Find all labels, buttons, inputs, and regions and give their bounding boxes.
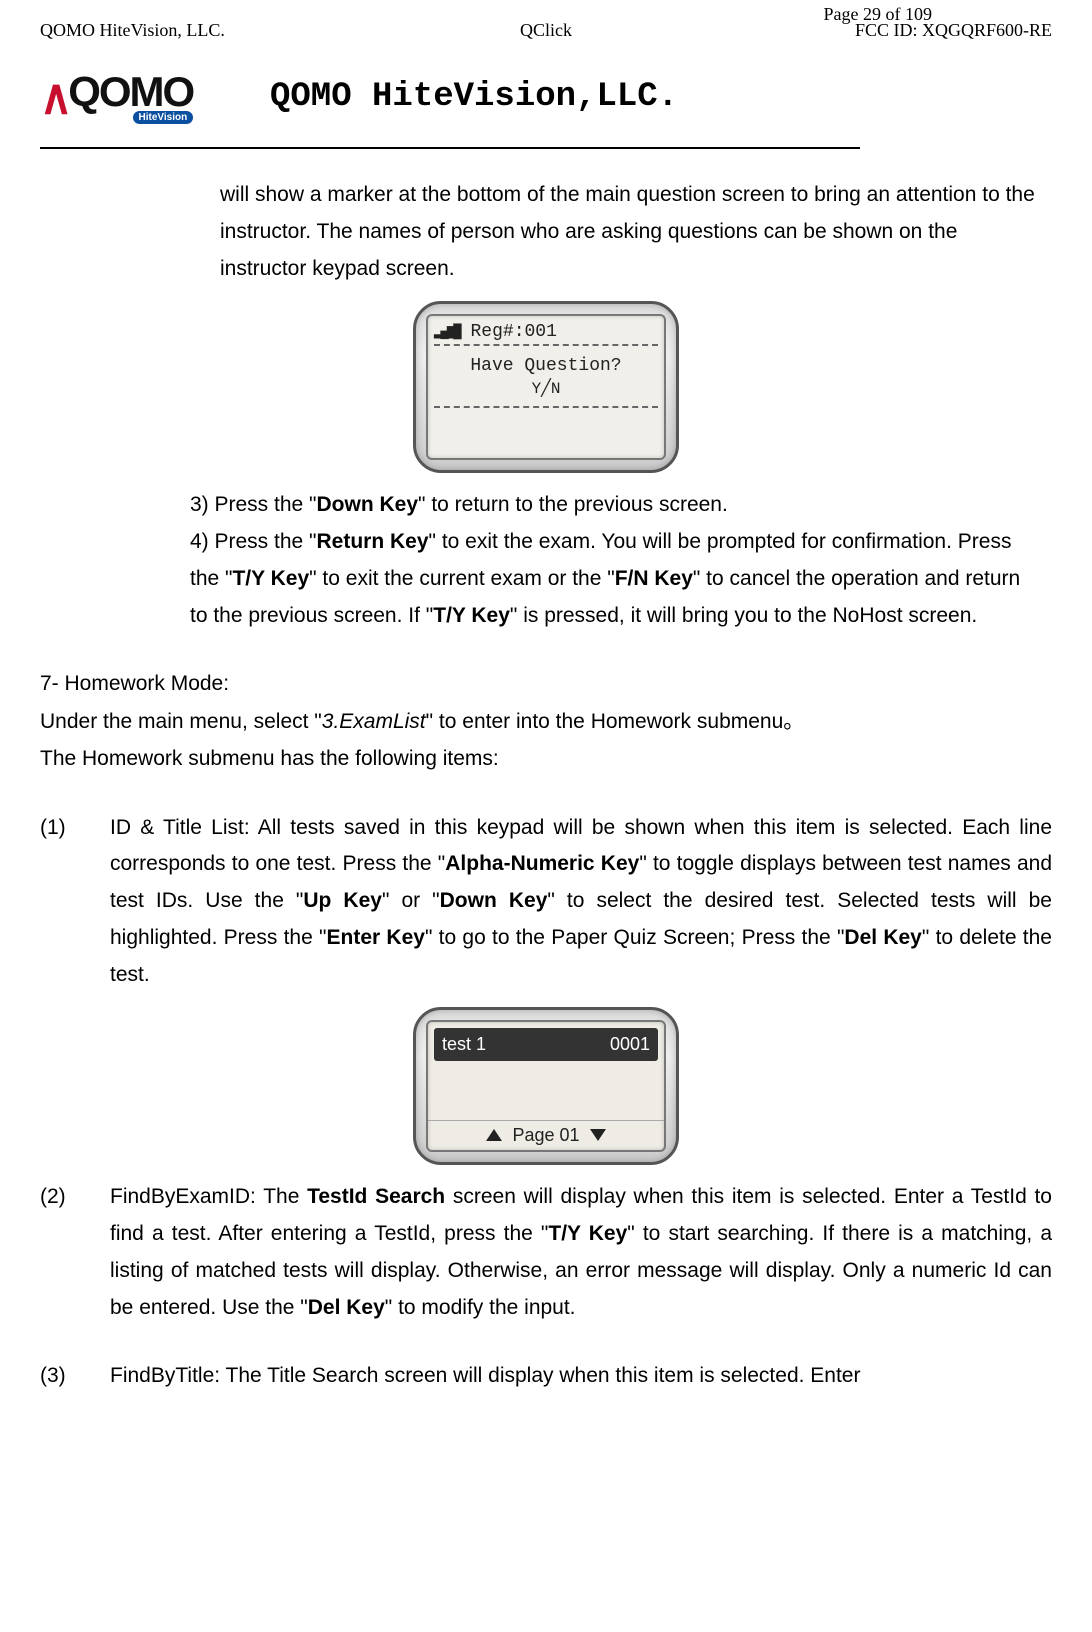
section-7-line2: The Homework submenu has the following i… [40, 741, 1042, 778]
screen2-selected-row: test 1 0001 [434, 1028, 658, 1061]
item-2-num: (2) [40, 1179, 110, 1326]
logo-text: QOMO HiteVision [68, 71, 193, 124]
header-divider [40, 147, 860, 149]
item1-enter-key: Enter Key [327, 926, 425, 949]
screen1-line2: Y╱N [434, 378, 658, 408]
step-3: 3) Press the "Down Key" to return to the… [190, 487, 1042, 524]
sec7-line1-post: " to enter into the Homework submenu [426, 710, 784, 733]
sec7-line1-end: 。 [783, 709, 804, 733]
screen1-reg-label: Reg#:001 [470, 322, 556, 342]
item2-t4: " to modify the input. [385, 1296, 576, 1319]
item-1-content: ID & Title List: All tests saved in this… [110, 810, 1052, 994]
header-left: QOMO HiteVision, LLC. [40, 20, 225, 41]
step4-ty-key-1: T/Y Key [232, 567, 309, 590]
item-2: (2) FindByExamID: The TestId Search scre… [40, 1179, 1052, 1326]
up-triangle-icon [486, 1129, 502, 1141]
item1-alpha-numeric-key: Alpha-Numeric Key [445, 852, 639, 875]
logo: ∧ QOMO HiteVision [40, 61, 240, 133]
step4-t1: 4) Press the " [190, 530, 317, 553]
device-screen-test-list: test 1 0001 Page 01 [413, 1007, 679, 1165]
step4-t3: " to exit the current exam or the " [309, 567, 615, 590]
device-screen-1-inner: ▂▄▆█ Reg#:001 Have Question? Y╱N [426, 314, 666, 460]
sec7-line1-pre: Under the main menu, select " [40, 710, 322, 733]
header-logo-row: ∧ QOMO HiteVision QOMO HiteVision,LLC. [40, 61, 1052, 141]
screen1-line1: Have Question? [434, 346, 658, 378]
item-3-num: (3) [40, 1358, 110, 1395]
section-7-heading: 7- Homework Mode: [40, 666, 1042, 703]
item2-ty-key: T/Y Key [548, 1222, 627, 1245]
step3-post: " to return to the previous screen. [418, 493, 728, 516]
logo-sub-text: HiteVision [133, 111, 194, 124]
step4-return-key: Return Key [317, 530, 429, 553]
step4-ty-key-2: T/Y Key [433, 604, 510, 627]
item2-testid-search: TestId Search [307, 1185, 445, 1208]
sec7-line1-italic: 3.ExamList [322, 710, 426, 733]
screen2-page-label: Page 01 [512, 1125, 579, 1146]
page: Page 29 of 109 QOMO HiteVision, LLC. QCl… [0, 0, 1092, 1632]
down-triangle-icon [590, 1129, 606, 1141]
item2-t1: FindByExamID: The [110, 1185, 307, 1208]
step-4: 4) Press the "Return Key" to exit the ex… [190, 524, 1042, 634]
company-title: QOMO HiteVision,LLC. [270, 78, 678, 116]
header-center: QClick [520, 20, 572, 41]
page-num-value: 29 of 109 [863, 4, 932, 24]
device-screen-have-question: ▂▄▆█ Reg#:001 Have Question? Y╱N [413, 301, 679, 473]
step4-t5: " is pressed, it will bring you to the N… [510, 604, 977, 627]
page-number: Page 29 of 109 [824, 4, 933, 25]
item1-down-key: Down Key [440, 889, 548, 912]
item-2-content: FindByExamID: The TestId Search screen w… [110, 1179, 1052, 1326]
step3-pre: 3) Press the " [190, 493, 317, 516]
logo-arrow-icon: ∧ [40, 69, 66, 125]
device-screen-2-inner: test 1 0001 Page 01 [426, 1020, 666, 1152]
step3-bold-down-key: Down Key [317, 493, 419, 516]
item1-up-key: Up Key [303, 889, 382, 912]
item-3-content: FindByTitle: The Title Search screen wil… [110, 1358, 1052, 1395]
logo-main-text: QOMO [68, 71, 193, 113]
signal-icon: ▂▄▆█ [434, 323, 460, 340]
item-3: (3) FindByTitle: The Title Search screen… [40, 1358, 1052, 1395]
screen2-empty-area [428, 1067, 664, 1120]
screen2-pager: Page 01 [428, 1120, 664, 1151]
step4-fn-key: F/N Key [615, 567, 693, 590]
item-1-num: (1) [40, 810, 110, 994]
item1-t5: " to go to the Paper Quiz Screen; Press … [425, 926, 844, 949]
screen2-row-id: 0001 [610, 1034, 650, 1055]
intro-continued: will show a marker at the bottom of the … [220, 177, 1042, 287]
item2-del-key: Del Key [308, 1296, 385, 1319]
section-7-line1: Under the main menu, select "3.ExamList"… [40, 703, 1042, 741]
item-1: (1) ID & Title List: All tests saved in … [40, 810, 1052, 994]
page-label: Page [824, 4, 864, 24]
item1-t3: " or " [382, 889, 440, 912]
screen2-row-name: test 1 [442, 1034, 486, 1055]
screen1-top-row: ▂▄▆█ Reg#:001 [434, 322, 658, 346]
item1-del-key: Del Key [844, 926, 921, 949]
